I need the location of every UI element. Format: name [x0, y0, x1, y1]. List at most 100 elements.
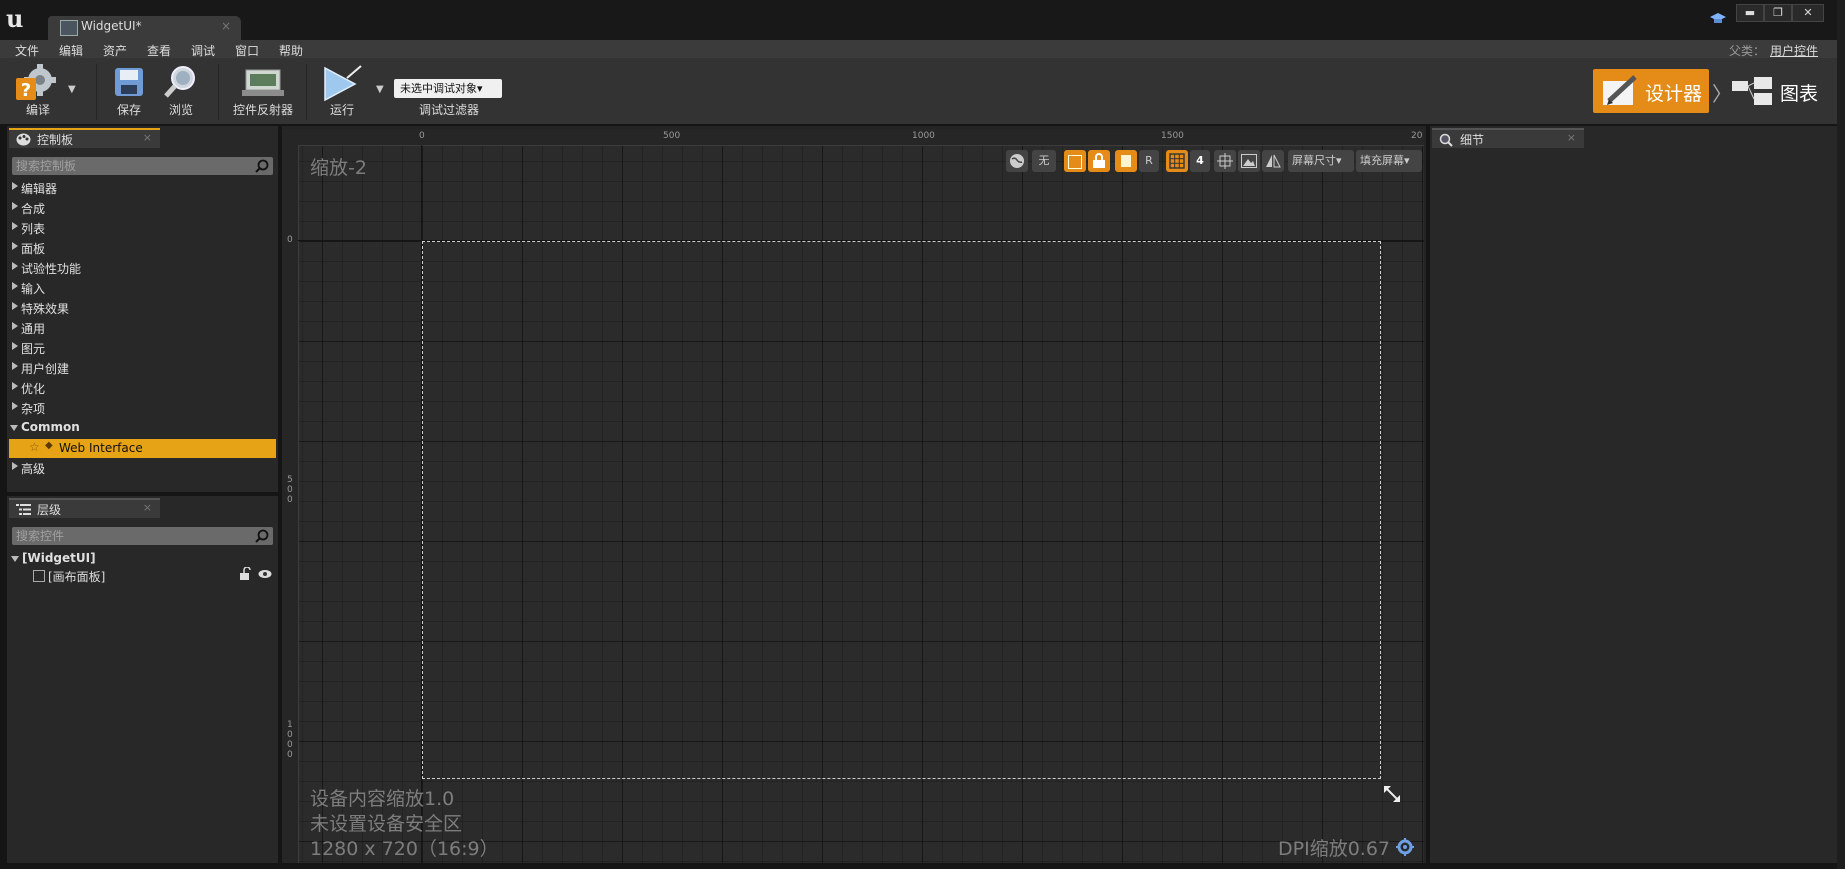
- search-icon[interactable]: [255, 529, 269, 543]
- minimize-button[interactable]: ▬: [1736, 4, 1764, 22]
- compile-options-chevron-icon[interactable]: ▼: [68, 84, 76, 95]
- hierarchy-tab[interactable]: 层级 ×: [9, 498, 160, 518]
- eye-visibility-icon[interactable]: [258, 568, 272, 580]
- menu-debug[interactable]: 调试: [191, 42, 215, 59]
- expand-arrow-icon[interactable]: [12, 402, 18, 410]
- palette-category-misc[interactable]: 杂项: [9, 398, 276, 418]
- localization-none-button[interactable]: 无: [1032, 150, 1056, 172]
- favorite-star-icon[interactable]: ☆: [29, 440, 40, 454]
- document-tab-close-icon[interactable]: ×: [221, 19, 231, 33]
- details-tab[interactable]: 细节 ×: [1432, 128, 1584, 148]
- expand-arrow-icon[interactable]: [12, 182, 18, 190]
- maximize-button[interactable]: ❐: [1764, 4, 1792, 22]
- hierarchy-search-field[interactable]: [12, 527, 273, 545]
- expand-arrow-icon[interactable]: [12, 462, 18, 470]
- parent-class-link[interactable]: 用户控件: [1770, 42, 1818, 59]
- menu-view[interactable]: 查看: [147, 42, 171, 59]
- expand-arrow-icon[interactable]: [12, 282, 18, 290]
- palette-category-user-created[interactable]: 用户创建: [9, 358, 276, 378]
- expand-arrow-icon[interactable]: [12, 242, 18, 250]
- details-panel: [1430, 126, 1837, 863]
- palette-category-composite[interactable]: 合成: [9, 198, 276, 218]
- world-space-globe-button[interactable]: [1006, 150, 1028, 172]
- ruler-tick-label: 1500: [1161, 131, 1184, 141]
- menu-asset[interactable]: 资产: [103, 42, 127, 59]
- safe-zone-label: 未设置设备安全区: [310, 813, 463, 835]
- menu-window[interactable]: 窗口: [235, 42, 259, 59]
- fill-screen-dropdown[interactable]: 填充屏幕▾: [1356, 150, 1422, 172]
- menu-help[interactable]: 帮助: [279, 42, 303, 59]
- expand-arrow-icon[interactable]: [12, 302, 18, 310]
- toggle-outline-button[interactable]: [1064, 150, 1086, 172]
- grid-size-value[interactable]: 4: [1190, 150, 1210, 172]
- browse-button[interactable]: 浏览: [156, 62, 206, 122]
- palette-category-common[interactable]: 通用: [9, 318, 276, 338]
- left-ruler: 0 5 0 0 1 0 0 0: [282, 145, 299, 863]
- graduation-hat-icon[interactable]: [1709, 12, 1727, 26]
- expand-arrow-icon[interactable]: [12, 262, 18, 270]
- palette-category-special-effects[interactable]: 特殊效果: [9, 298, 276, 318]
- ruler-tick-label: 20: [1411, 131, 1423, 141]
- save-button[interactable]: 保存: [104, 62, 154, 122]
- menu-file[interactable]: 文件: [15, 42, 39, 59]
- expand-arrow-icon[interactable]: [12, 222, 18, 230]
- palette-category-experimental[interactable]: 试验性功能: [9, 258, 276, 278]
- widget-item-icon: ◆: [45, 440, 53, 451]
- grid-snap-toggle-button[interactable]: [1166, 150, 1188, 172]
- palette-category-input[interactable]: 输入: [9, 278, 276, 298]
- debug-object-select[interactable]: 未选中调试对象▾: [394, 79, 502, 98]
- palette-category-advanced[interactable]: 高级: [9, 458, 276, 478]
- document-tab[interactable]: WidgetUI* ×: [48, 16, 241, 40]
- palette-category-list[interactable]: 列表: [9, 218, 276, 238]
- details-tab-close-icon[interactable]: ×: [1567, 131, 1576, 144]
- designer-pencil-icon: [1601, 73, 1639, 109]
- mirror-flip-button[interactable]: [1262, 150, 1284, 172]
- palette-category-editor[interactable]: 编辑器: [9, 178, 276, 198]
- category-label: 合成: [21, 202, 46, 216]
- fit-bounds-button[interactable]: [1214, 150, 1236, 172]
- expand-arrow-icon[interactable]: [12, 382, 18, 390]
- palette-category-panel[interactable]: 面板: [9, 238, 276, 258]
- play-options-chevron-icon[interactable]: ▼: [376, 84, 384, 95]
- menu-edit[interactable]: 编辑: [59, 42, 83, 59]
- lock-toggle-button[interactable]: [1088, 150, 1110, 172]
- snap-toggle-button[interactable]: [1115, 150, 1137, 172]
- screen-size-dropdown[interactable]: 屏幕尺寸▾: [1288, 150, 1354, 172]
- compile-button[interactable]: ? 编译: [8, 62, 68, 122]
- search-icon[interactable]: [255, 159, 269, 173]
- expand-arrow-icon[interactable]: [12, 322, 18, 330]
- collapse-arrow-icon[interactable]: [10, 425, 18, 431]
- expand-arrow-icon[interactable]: [12, 342, 18, 350]
- widget-reflector-icon: [242, 68, 284, 98]
- palette-search-input[interactable]: [16, 158, 238, 173]
- svg-text:?: ?: [21, 80, 31, 101]
- render-mode-button[interactable]: R: [1139, 150, 1159, 172]
- ruler-tick-label: 1 0 0 0: [287, 720, 293, 760]
- resize-arrows-icon[interactable]: [1382, 784, 1402, 804]
- palette-category-optimization[interactable]: 优化: [9, 378, 276, 398]
- palette-category-common-custom[interactable]: Common: [9, 418, 276, 438]
- graph-mode-button[interactable]: 图表: [1730, 69, 1840, 113]
- expand-arrow-icon[interactable]: [12, 362, 18, 370]
- hierarchy-root-widgetui[interactable]: [WidgetUI]: [10, 549, 277, 569]
- expand-arrow-icon[interactable]: [12, 202, 18, 210]
- play-button[interactable]: 运行: [314, 62, 370, 122]
- unlock-icon[interactable]: [239, 567, 252, 581]
- palette-search-field[interactable]: [12, 157, 273, 175]
- palette-category-primitive[interactable]: 图元: [9, 338, 276, 358]
- palette-tab-close-icon[interactable]: ×: [143, 131, 152, 144]
- dpi-settings-gear-icon[interactable]: [1396, 838, 1414, 856]
- palette-tab[interactable]: 控制板 ×: [9, 128, 160, 148]
- close-window-button[interactable]: ✕: [1792, 4, 1824, 22]
- collapse-arrow-icon[interactable]: [11, 556, 19, 562]
- background-image-button[interactable]: [1238, 150, 1260, 172]
- design-surface-bounds[interactable]: [422, 241, 1381, 779]
- hierarchy-item-canvas-panel[interactable]: [画布面板]: [10, 567, 274, 585]
- palette-item-web-interface[interactable]: ☆ ◆ Web Interface: [9, 439, 276, 458]
- document-tab-title: WidgetUI*: [81, 19, 142, 33]
- hierarchy-search-input[interactable]: [16, 528, 238, 543]
- widget-reflector-button[interactable]: 控件反射器: [226, 62, 300, 122]
- designer-mode-button[interactable]: 设计器: [1593, 69, 1709, 113]
- hierarchy-tab-close-icon[interactable]: ×: [143, 501, 152, 514]
- save-disk-icon: [113, 66, 145, 98]
